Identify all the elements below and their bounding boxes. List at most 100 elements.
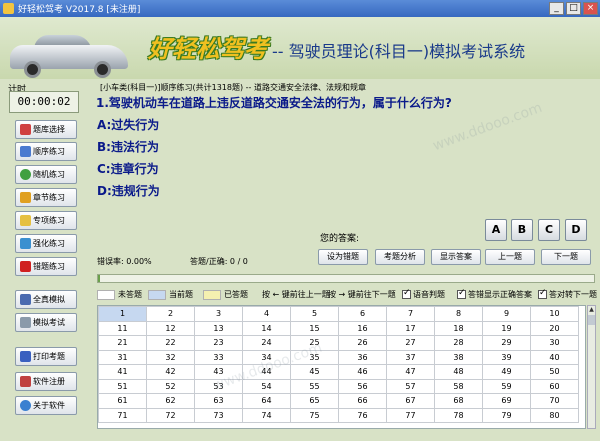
- question-cell[interactable]: 11: [98, 320, 147, 336]
- minimize-button[interactable]: _: [549, 2, 564, 15]
- question-cell[interactable]: 23: [194, 335, 243, 351]
- question-cell[interactable]: 60: [530, 378, 579, 394]
- question-cell[interactable]: 71: [98, 407, 147, 423]
- option-d[interactable]: D:违规行为: [97, 182, 160, 199]
- question-cell[interactable]: 64: [242, 393, 291, 409]
- question-cell[interactable]: 48: [434, 364, 483, 380]
- question-cell[interactable]: 74: [242, 407, 291, 423]
- question-cell[interactable]: 29: [482, 335, 531, 351]
- question-cell[interactable]: 26: [338, 335, 387, 351]
- question-cell[interactable]: 72: [146, 407, 195, 423]
- question-cell[interactable]: 3: [194, 306, 243, 322]
- question-cell[interactable]: 12: [146, 320, 195, 336]
- question-cell[interactable]: 28: [434, 335, 483, 351]
- question-cell[interactable]: 49: [482, 364, 531, 380]
- strengthen-practice-button[interactable]: 强化练习: [15, 234, 77, 253]
- question-cell[interactable]: 40: [530, 349, 579, 365]
- show-answer-button[interactable]: 显示答案: [431, 249, 481, 265]
- maximize-button[interactable]: □: [566, 2, 581, 15]
- question-cell[interactable]: 73: [194, 407, 243, 423]
- question-cell[interactable]: 37: [386, 349, 435, 365]
- question-cell[interactable]: 57: [386, 378, 435, 394]
- question-cell[interactable]: 50: [530, 364, 579, 380]
- answer-c-button[interactable]: C: [538, 219, 560, 241]
- question-cell[interactable]: 79: [482, 407, 531, 423]
- question-cell[interactable]: 42: [146, 364, 195, 380]
- question-cell[interactable]: 77: [386, 407, 435, 423]
- question-cell[interactable]: 68: [434, 393, 483, 409]
- question-cell[interactable]: 2: [146, 306, 195, 322]
- question-cell[interactable]: 65: [290, 393, 339, 409]
- question-cell[interactable]: 70: [530, 393, 579, 409]
- register-button[interactable]: 软件注册: [15, 372, 77, 391]
- question-cell[interactable]: 22: [146, 335, 195, 351]
- question-cell[interactable]: 4: [242, 306, 291, 322]
- mock-exam-button[interactable]: 模拟考试: [15, 313, 77, 332]
- random-practice-button[interactable]: 随机练习: [15, 165, 77, 184]
- question-cell[interactable]: 15: [290, 320, 339, 336]
- question-cell[interactable]: 33: [194, 349, 243, 365]
- voice-checkbox[interactable]: 语音判题: [402, 288, 445, 300]
- question-cell[interactable]: 55: [290, 378, 339, 394]
- special-practice-button[interactable]: 专项练习: [15, 211, 77, 230]
- question-cell[interactable]: 62: [146, 393, 195, 409]
- question-cell[interactable]: 39: [482, 349, 531, 365]
- answer-d-button[interactable]: D: [565, 219, 587, 241]
- question-cell[interactable]: 45: [290, 364, 339, 380]
- question-cell[interactable]: 52: [146, 378, 195, 394]
- question-cell[interactable]: 41: [98, 364, 147, 380]
- grid-scrollbar[interactable]: ▲: [587, 305, 596, 429]
- prev-button[interactable]: 上一题: [485, 249, 535, 265]
- bank-select-button[interactable]: 题库选择: [15, 120, 77, 139]
- chapter-practice-button[interactable]: 章节练习: [15, 188, 77, 207]
- set-wrong-button[interactable]: 设为错题: [318, 249, 368, 265]
- question-cell[interactable]: 61: [98, 393, 147, 409]
- question-cell[interactable]: 17: [386, 320, 435, 336]
- question-cell[interactable]: 20: [530, 320, 579, 336]
- print-button[interactable]: 打印考题: [15, 347, 77, 366]
- question-cell[interactable]: 19: [482, 320, 531, 336]
- next-button[interactable]: 下一题: [541, 249, 591, 265]
- question-cell[interactable]: 76: [338, 407, 387, 423]
- question-cell[interactable]: 59: [482, 378, 531, 394]
- question-cell[interactable]: 31: [98, 349, 147, 365]
- question-cell[interactable]: 67: [386, 393, 435, 409]
- question-cell[interactable]: 9: [482, 306, 531, 322]
- question-cell[interactable]: 16: [338, 320, 387, 336]
- full-mock-button[interactable]: 全真模拟: [15, 290, 77, 309]
- question-cell[interactable]: 78: [434, 407, 483, 423]
- close-button[interactable]: ×: [583, 2, 598, 15]
- question-cell[interactable]: 1: [98, 306, 147, 322]
- question-cell[interactable]: 47: [386, 364, 435, 380]
- option-c[interactable]: C:违章行为: [97, 160, 159, 177]
- question-cell[interactable]: 38: [434, 349, 483, 365]
- question-cell[interactable]: 51: [98, 378, 147, 394]
- question-cell[interactable]: 13: [194, 320, 243, 336]
- question-cell[interactable]: 63: [194, 393, 243, 409]
- scroll-up-icon[interactable]: ▲: [588, 306, 595, 314]
- question-cell[interactable]: 14: [242, 320, 291, 336]
- question-cell[interactable]: 75: [290, 407, 339, 423]
- scroll-thumb[interactable]: [588, 315, 595, 325]
- wrong-practice-button[interactable]: 错题练习: [15, 257, 77, 276]
- sequential-practice-button[interactable]: 顺序练习: [15, 142, 77, 161]
- about-button[interactable]: 关于软件: [15, 396, 77, 415]
- auto-next-checkbox[interactable]: 答对转下一题: [538, 288, 597, 300]
- question-cell[interactable]: 66: [338, 393, 387, 409]
- analysis-button[interactable]: 考题分析: [375, 249, 425, 265]
- answer-a-button[interactable]: A: [485, 219, 507, 241]
- question-cell[interactable]: 69: [482, 393, 531, 409]
- option-a[interactable]: A:过失行为: [97, 116, 159, 133]
- question-cell[interactable]: 56: [338, 378, 387, 394]
- show-correct-checkbox[interactable]: 答错显示正确答案: [457, 288, 532, 300]
- question-cell[interactable]: 18: [434, 320, 483, 336]
- question-cell[interactable]: 58: [434, 378, 483, 394]
- question-cell[interactable]: 6: [338, 306, 387, 322]
- question-cell[interactable]: 10: [530, 306, 579, 322]
- question-cell[interactable]: 5: [290, 306, 339, 322]
- question-cell[interactable]: 32: [146, 349, 195, 365]
- answer-b-button[interactable]: B: [511, 219, 533, 241]
- question-cell[interactable]: 7: [386, 306, 435, 322]
- question-cell[interactable]: 36: [338, 349, 387, 365]
- option-b[interactable]: B:违法行为: [97, 138, 159, 155]
